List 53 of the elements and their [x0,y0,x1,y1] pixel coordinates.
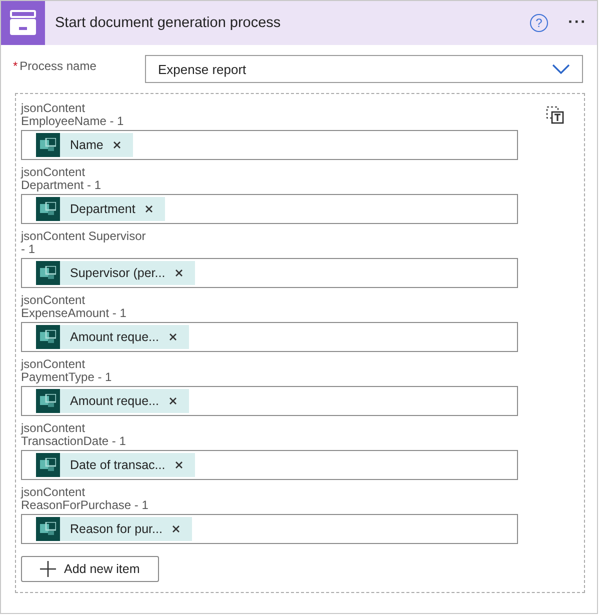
field-label: jsonContent Supervisor - 1 [21,230,147,256]
field-label: Process name [20,59,96,73]
forms-icon [36,453,60,477]
input-field[interactable]: Amount reque... [21,386,518,416]
token-label: Supervisor (per... [70,266,166,280]
input-field[interactable]: Name [21,130,518,160]
close-icon[interactable] [113,141,122,149]
token-label: Department [70,202,136,216]
token-label: Date of transac... [70,458,166,472]
card-title: Start document generation process [55,15,282,31]
field-label: jsonContent TransactionDate - 1 [21,422,127,448]
plus-icon [40,561,56,577]
token-label: Amount reque... [70,330,159,344]
close-icon[interactable] [175,461,184,469]
token-label: Amount reque... [70,394,159,408]
token-chip[interactable]: Name [36,133,134,157]
token-chip[interactable]: Reason for pur... [36,517,192,541]
process-dropdown[interactable]: Expense report [145,55,583,83]
more-button[interactable]: ··· [568,14,587,32]
chevron-down-icon [552,64,570,74]
forms-icon [36,389,60,413]
token-chip[interactable]: Department [36,197,166,221]
token-label: Reason for pur... [70,522,162,536]
close-icon[interactable] [168,333,177,341]
input-field[interactable]: Date of transac... [21,450,518,480]
forms-icon [36,517,60,541]
token-chip[interactable]: Amount reque... [36,325,189,349]
forms-icon [36,261,60,285]
input-field[interactable]: Amount reque... [21,322,518,352]
input-field[interactable]: Supervisor (per... [21,258,518,288]
close-icon[interactable] [175,269,184,277]
token-chip[interactable]: Date of transac... [36,453,196,477]
forms-icon [36,133,60,157]
input-field[interactable]: Reason for pur... [21,514,518,544]
field-label: jsonContent ExpenseAmount - 1 [21,294,128,320]
field-label: jsonContent ReasonForPurchase - 1 [21,486,150,512]
field-label: jsonContent Department - 1 [21,166,102,192]
token-label: Name [70,138,104,152]
dropdown-value: Expense report [158,62,246,76]
forms-icon [36,325,60,349]
field-label: jsonContent EmployeeName - 1 [21,102,125,128]
close-icon[interactable] [172,525,180,533]
close-icon[interactable] [168,397,177,405]
forms-icon [36,197,60,221]
add-item-button[interactable]: Add new item [21,556,159,582]
text-mode-icon[interactable] [546,106,564,124]
required-marker: * [13,59,18,73]
field-label: jsonContent PaymentType - 1 [21,358,113,384]
help-button[interactable]: ? [530,14,548,32]
close-icon[interactable] [145,205,154,213]
token-chip[interactable]: Supervisor (per... [36,261,196,285]
input-field[interactable]: Department [21,194,518,224]
token-chip[interactable]: Amount reque... [36,389,189,413]
